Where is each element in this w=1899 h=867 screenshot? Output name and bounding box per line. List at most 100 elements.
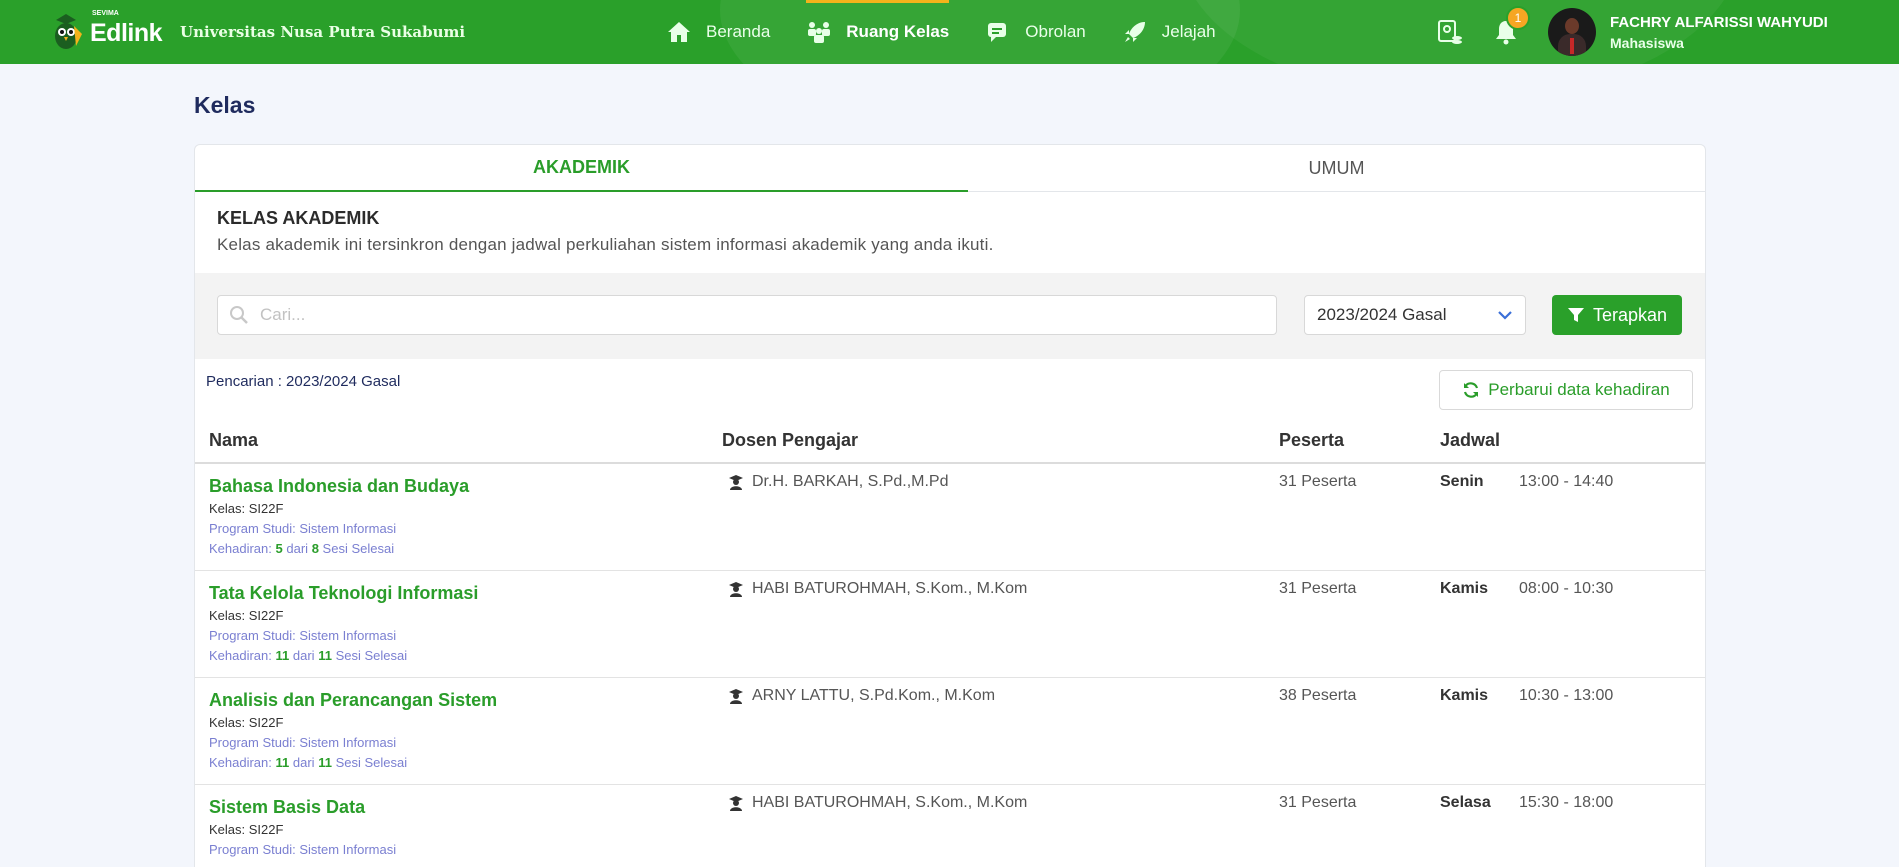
table-row[interactable]: Bahasa Indonesia dan Budaya Kelas: SI22F…: [195, 463, 1705, 571]
header-dosen[interactable]: Dosen Pengajar: [722, 417, 1279, 464]
notification-button[interactable]: 1: [1486, 6, 1530, 52]
university-name: Universitas Nusa Putra Sukabumi: [180, 23, 466, 41]
brand-name: Edlink: [90, 18, 163, 47]
semester-select[interactable]: 2023/2024 Gasal: [1304, 295, 1526, 335]
tab-akademik[interactable]: AKADEMIK: [195, 145, 968, 192]
course-program: Program Studi: Sistem Informasi: [209, 734, 397, 750]
lecturer-icon: [728, 795, 744, 811]
nav-label: Ruang Kelas: [846, 22, 950, 41]
search-box: [217, 295, 1277, 335]
tab-umum[interactable]: UMUM: [968, 145, 1705, 191]
schedule-time: 10:30 - 13:00: [1519, 686, 1614, 704]
header-nama[interactable]: Nama: [195, 417, 722, 464]
lecturer-icon: [728, 688, 744, 704]
cell-dosen: ARNY LATTU, S.Pd.Kom., M.Kom: [722, 677, 1279, 785]
page-title: Kelas: [194, 92, 256, 118]
course-program: Program Studi: Sistem Informasi: [209, 521, 397, 536]
cell-nama: Tata Kelola Teknologi Informasi Kelas: S…: [195, 570, 722, 678]
cell-jadwal: Kamis 10:30 - 13:00: [1440, 677, 1705, 785]
rocket-icon: [1122, 19, 1148, 45]
nav-item-beranda[interactable]: Beranda: [648, 0, 788, 64]
refresh-attendance-button[interactable]: Perbarui data kehadiran: [1439, 370, 1693, 410]
table-row[interactable]: Analisis dan Perancangan Sistem Kelas: S…: [195, 677, 1705, 785]
filter-icon: [1567, 306, 1585, 324]
payment-icon-button[interactable]: [1430, 12, 1470, 52]
cell-jadwal: Kamis 08:00 - 10:30: [1440, 570, 1705, 678]
refresh-icon: [1462, 381, 1480, 399]
search-icon: [228, 304, 250, 326]
filter-bar: 2023/2024 Gasal Terapkan: [195, 273, 1705, 359]
cell-dosen: Dr.H. BARKAH, S.Pd.,M.Pd: [722, 463, 1279, 571]
home-icon: [666, 19, 692, 45]
schedule-time: 15:30 - 18:00: [1519, 793, 1614, 811]
cell-peserta: 31 Peserta: [1279, 463, 1440, 571]
nav-item-jelajah[interactable]: Jelajah: [1104, 0, 1234, 64]
cell-nama: Bahasa Indonesia dan Budaya Kelas: SI22F…: [195, 463, 722, 571]
chat-icon: [985, 19, 1011, 45]
nav-label: Obrolan: [1025, 22, 1086, 41]
cell-peserta: 38 Peserta: [1279, 677, 1440, 785]
class-table: Nama Dosen Pengajar Peserta Jadwal Bahas…: [195, 417, 1705, 867]
classroom-icon: [806, 19, 832, 45]
nav-item-obrolan[interactable]: Obrolan: [967, 0, 1103, 64]
course-kelas: Kelas: SI22F: [209, 607, 284, 623]
nav-label: Jelajah: [1161, 22, 1216, 41]
cell-nama: Sistem Basis Data Kelas: SI22F Program S…: [195, 784, 722, 867]
cell-dosen: HABI BATUROHMAH, S.Kom., M.Kom: [722, 784, 1279, 867]
course-attendance: Kehadiran: 11 dari 11 Sesi Selesai: [209, 647, 408, 663]
notification-badge: 1: [1506, 6, 1530, 30]
section-title: KELAS AKADEMIK: [217, 208, 380, 228]
money-icon: [1438, 20, 1462, 44]
nav-label: Beranda: [706, 22, 771, 41]
schedule-day: Kamis: [1440, 579, 1489, 597]
class-card: AKADEMIK UMUM KELAS AKADEMIK Kelas akade…: [194, 144, 1706, 867]
schedule-day: Senin: [1440, 473, 1484, 490]
section-header: KELAS AKADEMIK Kelas akademik ini tersin…: [195, 192, 1705, 273]
lecturer-name: HABI BATUROHMAH, S.Kom., M.Kom: [752, 793, 1028, 811]
schedule-time: 13:00 - 14:40: [1519, 473, 1614, 490]
table-row[interactable]: Sistem Basis Data Kelas: SI22F Program S…: [195, 784, 1705, 867]
course-attendance: Kehadiran: 5 dari 8 Sesi Selesai: [209, 541, 395, 556]
course-link[interactable]: Bahasa Indonesia dan Budaya: [209, 476, 469, 497]
section-description: Kelas akademik ini tersinkron dengan jad…: [217, 235, 994, 254]
nav-item-ruang-kelas[interactable]: Ruang Kelas: [788, 0, 967, 64]
course-link[interactable]: Sistem Basis Data: [209, 797, 365, 818]
search-input[interactable]: [260, 297, 1276, 333]
cell-dosen: HABI BATUROHMAH, S.Kom., M.Kom: [722, 570, 1279, 678]
user-info[interactable]: FACHRY ALFARISSI WAHYUDI Mahasiswa: [1610, 14, 1828, 51]
schedule-time: 08:00 - 10:30: [1519, 579, 1614, 597]
course-kelas: Kelas: SI22F: [209, 501, 284, 516]
header-peserta[interactable]: Peserta: [1279, 417, 1440, 464]
course-attendance: Kehadiran: 11 dari 11 Sesi Selesai: [209, 754, 408, 770]
user-name: FACHRY ALFARISSI WAHYUDI: [1610, 13, 1828, 31]
tab-bar: AKADEMIK UMUM: [195, 145, 1705, 192]
cell-jadwal: Senin 13:00 - 14:40: [1440, 463, 1705, 571]
top-navbar: SEVIMA Edlink Universitas Nusa Putra Suk…: [0, 0, 1899, 64]
table-row[interactable]: Tata Kelola Teknologi Informasi Kelas: S…: [195, 570, 1705, 678]
brand[interactable]: SEVIMA Edlink Universitas Nusa Putra Suk…: [52, 10, 465, 54]
lecturer-icon: [728, 581, 744, 597]
course-kelas: Kelas: SI22F: [209, 714, 284, 730]
apply-filter-label: Terapkan: [1592, 304, 1668, 325]
lecturer-name: HABI BATUROHMAH, S.Kom., M.Kom: [752, 579, 1028, 597]
apply-filter-button[interactable]: Terapkan: [1552, 295, 1682, 335]
avatar[interactable]: [1548, 8, 1596, 56]
cell-peserta: 31 Peserta: [1279, 784, 1440, 867]
user-role: Mahasiswa: [1610, 34, 1684, 51]
course-link[interactable]: Tata Kelola Teknologi Informasi: [209, 583, 478, 604]
lecturer-icon: [728, 474, 744, 490]
lecturer-name: ARNY LATTU, S.Pd.Kom., M.Kom: [752, 686, 996, 704]
course-link[interactable]: Analisis dan Perancangan Sistem: [209, 690, 497, 711]
course-kelas: Kelas: SI22F: [209, 821, 284, 837]
table-header-row: Nama Dosen Pengajar Peserta Jadwal: [195, 417, 1705, 464]
main-nav: Beranda Ruang Kelas Obrolan Jelajah: [648, 0, 1234, 64]
header-jadwal[interactable]: Jadwal: [1440, 417, 1705, 464]
edlink-owl-logo-icon: [52, 12, 88, 52]
schedule-day: Selasa: [1440, 793, 1491, 811]
course-program: Program Studi: Sistem Informasi: [209, 841, 397, 857]
chevron-down-icon: [1497, 305, 1513, 325]
cell-jadwal: Selasa 15:30 - 18:00: [1440, 784, 1705, 867]
refresh-attendance-label: Perbarui data kehadiran: [1488, 380, 1670, 399]
lecturer-name: Dr.H. BARKAH, S.Pd.,M.Pd: [752, 473, 949, 490]
search-result-label: Pencarian : 2023/2024 Gasal: [206, 373, 401, 390]
